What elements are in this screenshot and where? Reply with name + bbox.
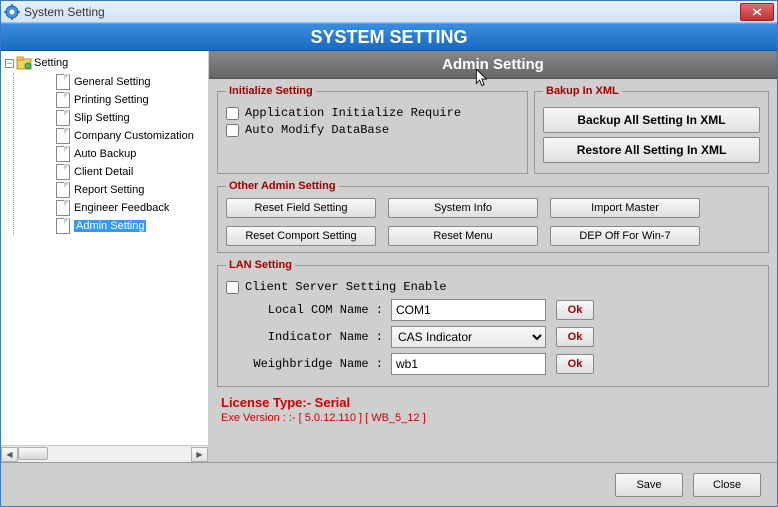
lan-legend: LAN Setting <box>226 259 295 271</box>
tree-item-slip-setting[interactable]: Slip Setting <box>54 109 204 127</box>
indicator-name-select[interactable]: CAS Indicator <box>391 326 546 348</box>
document-icon <box>56 128 70 144</box>
tree-collapse-icon[interactable]: − <box>5 59 14 68</box>
tree-item-client-detail[interactable]: Client Detail <box>54 163 204 181</box>
tree-item-admin-setting[interactable]: Admin Setting <box>54 217 204 235</box>
local-com-input[interactable] <box>391 299 546 321</box>
tree-item-engineer-feedback[interactable]: Engineer Feedback <box>54 199 204 217</box>
tree-item-printing-setting[interactable]: Printing Setting <box>54 91 204 109</box>
close-button[interactable]: Close <box>693 473 761 497</box>
indicator-name-label: Indicator Name : <box>226 330 391 344</box>
license-type-text: License Type:- Serial <box>221 395 765 410</box>
tree-item-report-setting[interactable]: Report Setting <box>54 181 204 199</box>
tree-panel: − Setting General Setting Printing Settin… <box>1 51 209 462</box>
backup-legend: Bakup In XML <box>543 85 622 97</box>
document-icon <box>56 218 70 234</box>
dep-off-win7-button[interactable]: DEP Off For Win-7 <box>550 226 700 246</box>
document-icon <box>56 164 70 180</box>
window-title: System Setting <box>24 5 740 19</box>
tree-item-label: General Setting <box>74 76 150 88</box>
gear-icon <box>4 4 20 20</box>
auto-modify-db-input[interactable] <box>226 124 239 137</box>
weighbridge-ok-button[interactable]: Ok <box>556 354 594 374</box>
folder-gear-icon <box>16 55 32 71</box>
document-icon <box>56 146 70 162</box>
backup-all-xml-button[interactable]: Backup All Setting In XML <box>543 107 760 133</box>
tree-root[interactable]: − Setting <box>5 55 204 71</box>
system-info-button[interactable]: System Info <box>388 198 538 218</box>
document-icon <box>56 200 70 216</box>
tree-item-label: Report Setting <box>74 184 144 196</box>
app-init-require-input[interactable] <box>226 107 239 120</box>
other-legend: Other Admin Setting <box>226 180 339 192</box>
initialize-setting-group: Initialize Setting Application Initializ… <box>217 85 528 174</box>
local-com-label: Local COM Name : <box>226 303 391 317</box>
main-area: − Setting General Setting Printing Settin… <box>1 51 777 462</box>
reset-menu-button[interactable]: Reset Menu <box>388 226 538 246</box>
tree-item-general-setting[interactable]: General Setting <box>54 73 204 91</box>
content-title: Admin Setting <box>442 56 544 73</box>
content-body: Initialize Setting Application Initializ… <box>209 79 777 462</box>
tree-item-label: Printing Setting <box>74 94 149 106</box>
client-server-enable-input[interactable] <box>226 281 239 294</box>
app-init-require-checkbox[interactable]: Application Initialize Require <box>226 106 519 120</box>
other-admin-group: Other Admin Setting Reset Field Setting … <box>217 180 769 253</box>
restore-all-xml-button[interactable]: Restore All Setting In XML <box>543 137 760 163</box>
tree-item-label: Admin Setting <box>74 220 146 232</box>
document-icon <box>56 74 70 90</box>
tree-item-label: Engineer Feedback <box>74 202 169 214</box>
content-panel: Admin Setting Initialize Setting Applica… <box>209 51 777 462</box>
lan-setting-group: LAN Setting Client Server Setting Enable… <box>217 259 769 387</box>
footer-bar: Save Close <box>1 462 777 506</box>
exe-version-text: Exe Version : :- [ 5.0.12.110 ] [ WB_5_1… <box>221 412 765 424</box>
close-window-button[interactable] <box>740 3 774 21</box>
indicator-ok-button[interactable]: Ok <box>556 327 594 347</box>
document-icon <box>56 110 70 126</box>
initialize-legend: Initialize Setting <box>226 85 316 97</box>
scroll-left-button[interactable]: ◀ <box>1 447 18 462</box>
scroll-thumb[interactable] <box>18 447 48 460</box>
content-header: Admin Setting <box>209 51 777 79</box>
cursor-icon <box>475 69 491 93</box>
tree-item-company-customization[interactable]: Company Customization <box>54 127 204 145</box>
close-icon <box>752 8 762 16</box>
titlebar: System Setting <box>1 1 777 23</box>
scroll-right-button[interactable]: ▶ <box>191 447 208 462</box>
tree-item-label: Slip Setting <box>74 112 130 124</box>
import-master-button[interactable]: Import Master <box>550 198 700 218</box>
page-banner: SYSTEM SETTING <box>1 23 777 51</box>
tree-item-label: Client Detail <box>74 166 133 178</box>
client-server-enable-checkbox[interactable]: Client Server Setting Enable <box>226 280 760 294</box>
tree-root-label: Setting <box>34 57 68 69</box>
horizontal-scrollbar[interactable]: ◀ ▶ <box>1 445 208 462</box>
document-icon <box>56 182 70 198</box>
tree-item-auto-backup[interactable]: Auto Backup <box>54 145 204 163</box>
reset-comport-button[interactable]: Reset Comport Setting <box>226 226 376 246</box>
nav-tree: − Setting General Setting Printing Settin… <box>1 51 208 445</box>
backup-xml-group: Bakup In XML Backup All Setting In XML R… <box>534 85 769 174</box>
tree-item-label: Auto Backup <box>74 148 136 160</box>
save-button[interactable]: Save <box>615 473 683 497</box>
weighbridge-name-input[interactable] <box>391 353 546 375</box>
auto-modify-db-checkbox[interactable]: Auto Modify DataBase <box>226 123 519 137</box>
tree-children: General Setting Printing Setting Slip Sett… <box>13 73 204 235</box>
document-icon <box>56 92 70 108</box>
scroll-track[interactable] <box>18 447 191 462</box>
reset-field-setting-button[interactable]: Reset Field Setting <box>226 198 376 218</box>
tree-item-label: Company Customization <box>74 130 194 142</box>
local-com-ok-button[interactable]: Ok <box>556 300 594 320</box>
weighbridge-name-label: Weighbridge Name : <box>226 357 391 371</box>
